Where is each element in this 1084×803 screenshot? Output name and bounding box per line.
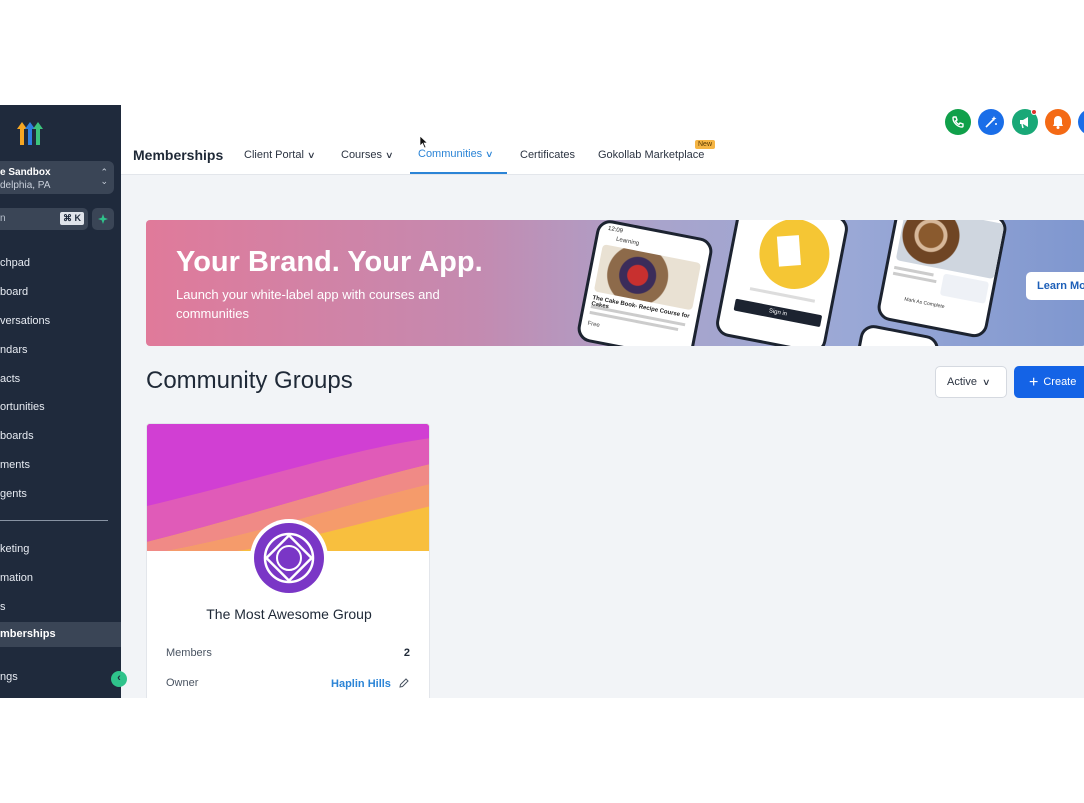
group-avatar [250,519,328,597]
sidebar-item-dashboard[interactable]: board [0,286,28,298]
community-group-card[interactable]: The Most Awesome Group Members 2 Owner H… [146,423,430,698]
banner-heading: Your Brand. Your App. [176,246,483,278]
notification-dot [1031,109,1037,115]
phone-button[interactable] [945,109,971,135]
status-filter-dropdown[interactable]: Active ∨ [935,366,1007,398]
tab-certificates[interactable]: Certificates [520,149,575,161]
sidebar: e Sandbox delphia, PA ⌃ ⌄ n ⌘ K chpad boa… [0,105,127,698]
magic-wand-icon [985,116,997,128]
group-name: The Most Awesome Group [206,606,372,622]
sidebar-divider [0,520,108,521]
active-tab-indicator [410,172,507,174]
sidebar-item-dashboards[interactable]: boards [0,430,34,442]
sidebar-item-payments[interactable]: ments [0,459,30,471]
sidebar-item-conversations[interactable]: versations [0,315,50,327]
members-label: Members [166,647,212,659]
sidebar-item-sites[interactable]: s [0,601,6,613]
bell-icon [1053,116,1063,129]
sidebar-item-calendars[interactable]: ndars [0,344,28,356]
learn-more-button[interactable]: Learn Mo [1026,272,1084,300]
edit-pencil-icon[interactable] [398,677,410,689]
owner-row: Haplin Hills [331,677,410,690]
tab-label: Client Portal [244,149,304,161]
shortcut-badge: ⌘ K [60,212,84,225]
tab-client-portal[interactable]: Client Portal ∨ [244,149,316,161]
text-line [749,287,816,303]
chevron-down-icon: ∨ [306,150,316,160]
tab-courses[interactable]: Courses ∨ [341,149,394,161]
collapse-sidebar-icon[interactable]: ‹ [111,671,127,687]
sidebar-item-contacts[interactable]: acts [0,373,20,385]
account-switcher[interactable]: e Sandbox delphia, PA ⌃ ⌄ [0,161,114,194]
plus-icon: + [1029,374,1039,391]
account-location: delphia, PA [0,180,51,191]
sidebar-item-memberships[interactable]: mberships [0,622,121,647]
sidebar-item-ai-agents[interactable]: gents [0,488,27,500]
search-placeholder: n [0,213,6,224]
top-header: Memberships Client Portal ∨ Courses ∨ Comm… [121,105,1084,175]
account-name: e Sandbox [0,167,51,178]
ai-assistant-button[interactable] [92,208,114,230]
tab-gokollab-marketplace[interactable]: Gokollab Marketplace [598,149,704,161]
sidebar-item-settings[interactable]: ngs [0,671,18,683]
phone-mockup-course: 12:09 Learning The Cake Book- Recipe Cou… [575,220,715,346]
owner-label: Owner [166,677,199,689]
create-label: Create [1043,376,1077,388]
owner-link[interactable]: Haplin Hills [331,678,391,690]
search-input[interactable]: n ⌘ K [0,208,88,230]
tab-label: Courses [341,149,382,161]
phone-mockup-lesson: Mark As Complete [875,220,1009,340]
chevron-down-icon: ∨ [982,377,991,387]
tab-label: Communities [418,148,483,160]
announcements-button[interactable] [1012,109,1038,135]
new-badge: New [695,140,716,149]
create-group-button[interactable]: + Create [1014,366,1084,398]
group-logo-icon [263,532,315,584]
promo-banner: Your Brand. Your App. Launch your white-… [146,220,1084,346]
mouse-cursor-icon [419,135,429,149]
sidebar-item-automation[interactable]: mation [0,572,33,584]
sparkle-icon [98,214,108,224]
phone-screen-title: Learning [615,236,640,247]
app-splash-card [776,235,801,267]
sidebar-item-marketing[interactable]: keting [0,543,29,555]
page-title: Memberships [133,147,224,163]
phone-mockup-signin: Sign in [713,220,851,346]
members-count: 2 [403,647,410,659]
chevron-updown-icon: ⌃ ⌄ [100,167,108,186]
chevron-down-icon: ∨ [384,150,394,160]
sidebar-item-launchpad[interactable]: chpad [0,257,30,269]
notifications-button[interactable] [1045,109,1071,135]
phone-price-tag: Free [586,320,601,329]
user-avatar[interactable] [1078,109,1084,135]
group-avatar-fill [254,523,324,593]
phone-icon [952,116,964,128]
phone-time: 12:09 [607,225,624,235]
sidebar-item-opportunities[interactable]: ortunities [0,401,45,413]
section-title: Community Groups [146,367,353,394]
filter-value: Active [947,376,977,388]
ai-magic-button[interactable] [978,109,1004,135]
banner-subtext: Launch your white-label app with courses… [176,287,440,321]
app-window: e Sandbox delphia, PA ⌃ ⌄ n ⌘ K chpad boa… [0,105,1084,698]
app-logo [17,122,43,145]
mark-complete-text: Mark As Complete [903,296,945,311]
chevron-down-icon: ∨ [485,149,494,159]
signin-button: Sign in [733,298,823,328]
tab-communities[interactable]: Communities ∨ [418,148,494,160]
lesson-card [939,273,990,304]
